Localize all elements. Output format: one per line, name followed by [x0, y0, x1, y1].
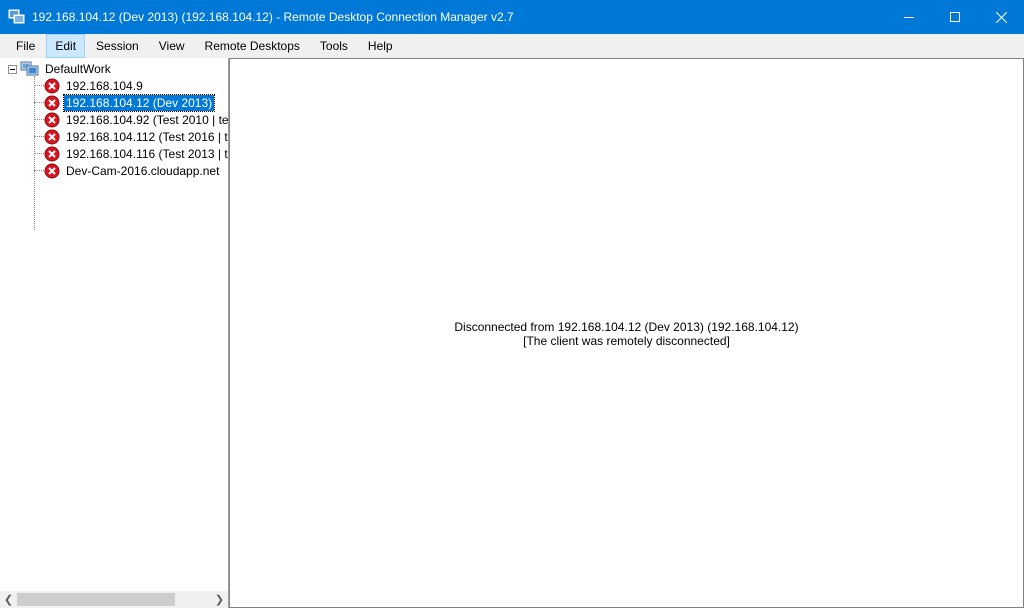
- scroll-right-icon[interactable]: ❯: [211, 591, 228, 608]
- disconnect-message-line2: [The client was remotely disconnected]: [523, 334, 730, 348]
- tree-root-label: DefaultWork: [45, 62, 111, 76]
- tree-item-label: 192.168.104.112 (Test 2016 | te: [66, 129, 229, 144]
- session-content-pane[interactable]: Disconnected from 192.168.104.12 (Dev 20…: [229, 58, 1024, 608]
- minimize-icon: [904, 17, 914, 18]
- collapse-toggle-icon[interactable]: [8, 64, 17, 74]
- menu-file[interactable]: File: [7, 34, 44, 58]
- tree-connector: [34, 136, 44, 137]
- window-controls: [886, 0, 1024, 34]
- title-bar: 192.168.104.12 (Dev 2013) (192.168.104.1…: [0, 0, 1024, 34]
- disconnect-message: Disconnected from 192.168.104.12 (Dev 20…: [230, 320, 1023, 348]
- disconnected-error-icon: [44, 78, 60, 93]
- tree-item-server[interactable]: 192.168.104.112 (Test 2016 | te: [34, 128, 229, 145]
- menu-tools[interactable]: Tools: [311, 34, 357, 58]
- tree-connector: [34, 119, 44, 120]
- disconnect-message-line1: Disconnected from 192.168.104.12 (Dev 20…: [454, 320, 799, 334]
- menu-remote-desktops[interactable]: Remote Desktops: [196, 34, 309, 58]
- close-icon: [995, 11, 1007, 23]
- tree-item-label-selected: 192.168.104.12 (Dev 2013): [62, 93, 216, 112]
- disconnected-error-icon: [44, 112, 60, 127]
- rdcman-app-icon[interactable]: [8, 8, 26, 26]
- menu-help[interactable]: Help: [359, 34, 402, 58]
- server-tree[interactable]: DefaultWork 192.168.104.9 192.168.104.12…: [0, 58, 229, 608]
- tree-item-server[interactable]: 192.168.104.116 (Test 2013 | te: [34, 145, 229, 162]
- tree-connector: [34, 170, 44, 171]
- tree-item-server[interactable]: Dev-Cam-2016.cloudapp.net: [34, 162, 221, 179]
- close-button[interactable]: [978, 0, 1024, 34]
- tree-item-label: 192.168.104.116 (Test 2013 | te: [66, 146, 229, 161]
- disconnected-error-icon: [44, 129, 60, 144]
- scroll-track[interactable]: [17, 591, 211, 608]
- menu-bar: File Edit Session View Remote Desktops T…: [0, 34, 1024, 58]
- scroll-left-icon[interactable]: ❮: [0, 591, 17, 608]
- horizontal-scrollbar[interactable]: ❮ ❯: [0, 591, 228, 608]
- tree-item-label: 192.168.104.92 (Test 2010 | tes: [66, 112, 229, 127]
- maximize-button[interactable]: [932, 0, 978, 34]
- menu-session[interactable]: Session: [87, 34, 148, 58]
- disconnected-error-icon: [44, 95, 60, 110]
- disconnected-error-icon: [44, 146, 60, 161]
- tree-connector: [34, 102, 44, 103]
- server-group-icon: [20, 61, 39, 76]
- tree-connector: [34, 153, 44, 154]
- tree-item-label: Dev-Cam-2016.cloudapp.net: [66, 163, 220, 178]
- tree-item-server[interactable]: 192.168.104.12 (Dev 2013): [34, 93, 216, 112]
- tree-group-defaultwork[interactable]: DefaultWork: [8, 61, 113, 77]
- tree-item-server[interactable]: 192.168.104.9: [34, 77, 145, 94]
- tree-item-server[interactable]: 192.168.104.92 (Test 2010 | tes: [34, 111, 229, 128]
- maximize-icon: [950, 12, 960, 22]
- tree-item-label: 192.168.104.9: [66, 78, 143, 93]
- tree-connector: [34, 85, 44, 86]
- menu-edit[interactable]: Edit: [46, 34, 86, 58]
- menu-view[interactable]: View: [150, 34, 194, 58]
- minimize-button[interactable]: [886, 0, 932, 34]
- scroll-thumb[interactable]: [17, 593, 175, 606]
- window-title: 192.168.104.12 (Dev 2013) (192.168.104.1…: [32, 10, 514, 24]
- disconnected-error-icon: [44, 163, 60, 178]
